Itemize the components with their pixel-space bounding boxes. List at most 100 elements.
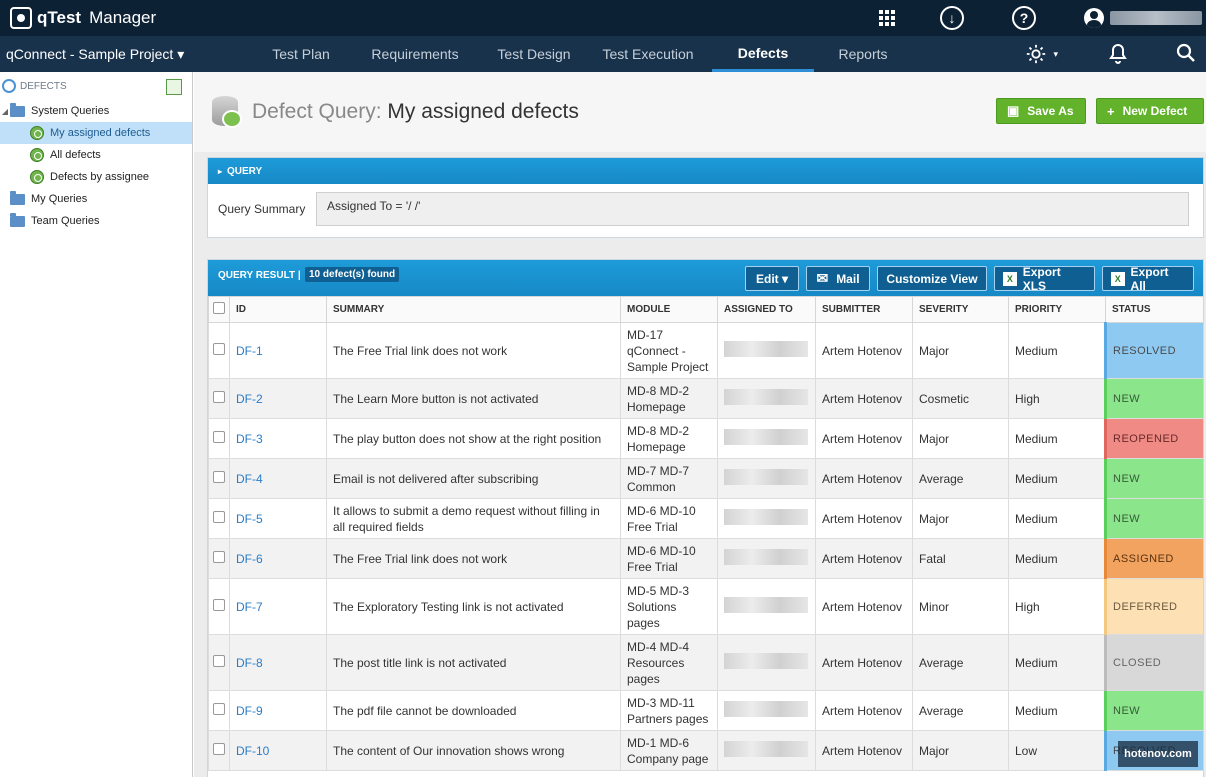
sidebar-item-system-queries[interactable]: ◢ System Queries xyxy=(0,100,192,122)
defect-id-link[interactable]: DF-9 xyxy=(236,704,263,718)
results-panel: QUERY RESULT | 10 defect(s) found Edit ▾… xyxy=(207,259,1204,777)
tab-test-execution[interactable]: Test Execution xyxy=(584,36,712,72)
results-count-badge: 10 defect(s) found xyxy=(305,267,400,282)
summary-cell: The Learn More button is not activated xyxy=(326,378,621,419)
column-header-submitter[interactable]: SUBMITTER xyxy=(815,296,913,323)
table-row[interactable]: DF-9 The pdf file cannot be downloaded MD-… xyxy=(208,690,1203,731)
search-icon[interactable] xyxy=(1176,43,1196,66)
save-as-label: Save As xyxy=(1027,104,1074,118)
tab-reports[interactable]: Reports xyxy=(814,36,912,72)
column-header-status[interactable]: STATUS xyxy=(1105,296,1203,323)
summary-cell: The content of Our innovation shows wron… xyxy=(326,730,621,771)
defect-id-link[interactable]: DF-6 xyxy=(236,552,263,566)
row-checkbox[interactable] xyxy=(213,430,225,443)
edit-button[interactable]: Edit ▾ xyxy=(745,266,799,291)
download-icon[interactable]: ↓ xyxy=(940,6,964,30)
defect-query-icon xyxy=(212,96,242,128)
table-row[interactable]: DF-8 The post title link is not activated… xyxy=(208,634,1203,691)
row-checkbox[interactable] xyxy=(213,742,225,755)
query-panel-title: QUERY xyxy=(227,165,263,177)
sidebar-item-my-queries[interactable]: My Queries xyxy=(0,188,192,210)
id-cell: DF-2 xyxy=(229,378,327,419)
summary-cell: The pdf file cannot be downloaded xyxy=(326,690,621,731)
row-checkbox[interactable] xyxy=(213,390,225,403)
query-icon xyxy=(30,126,44,140)
customize-view-button[interactable]: Customize View xyxy=(877,266,987,291)
assignee-redacted xyxy=(724,468,808,485)
assignee-redacted xyxy=(724,508,808,525)
collapse-arrow-icon[interactable]: ◢ xyxy=(0,107,10,116)
table-row[interactable]: DF-1 The Free Trial link does not work MD-… xyxy=(208,322,1203,379)
defect-id-link[interactable]: DF-10 xyxy=(236,744,269,758)
assigned-to-cell xyxy=(717,690,816,731)
plus-icon: + xyxy=(1107,103,1115,119)
sidebar-item-defects-by-assignee[interactable]: Defects by assignee xyxy=(0,166,192,188)
id-cell: DF-8 xyxy=(229,634,327,691)
row-checkbox[interactable] xyxy=(213,654,225,667)
save-as-button[interactable]: ▣ Save As xyxy=(996,98,1086,124)
defect-id-link[interactable]: DF-4 xyxy=(236,472,263,486)
table-row[interactable]: DF-4 Email is not delivered after subscri… xyxy=(208,458,1203,499)
page-title-value: My assigned defects xyxy=(387,100,579,123)
apps-grid-icon[interactable] xyxy=(874,5,900,31)
app-name: Manager xyxy=(89,8,157,27)
row-checkbox[interactable] xyxy=(213,702,225,715)
assigned-to-cell xyxy=(717,418,816,459)
mail-button[interactable]: ✉ Mail xyxy=(806,266,870,291)
defect-id-link[interactable]: DF-5 xyxy=(236,512,263,526)
sidebar-item-all-defects[interactable]: All defects xyxy=(0,144,192,166)
defect-id-link[interactable]: DF-3 xyxy=(236,432,263,446)
defect-id-link[interactable]: DF-2 xyxy=(236,392,263,406)
sidebar-item-label: All defects xyxy=(50,149,101,161)
table-row[interactable]: DF-6 The Free Trial link does not work MD-… xyxy=(208,538,1203,579)
tab-requirements[interactable]: Requirements xyxy=(346,36,484,72)
export-xls-button[interactable]: X Export XLS xyxy=(994,265,1095,293)
tab-test-plan[interactable]: Test Plan xyxy=(256,36,346,72)
assigned-to-cell xyxy=(717,498,816,539)
row-checkbox[interactable] xyxy=(213,342,225,355)
row-checkbox[interactable] xyxy=(213,470,225,483)
help-icon[interactable]: ? xyxy=(1012,6,1036,30)
row-checkbox[interactable] xyxy=(213,510,225,523)
query-summary-label: Query Summary xyxy=(218,202,306,216)
tab-defects[interactable]: Defects xyxy=(712,36,814,72)
tab-test-design[interactable]: Test Design xyxy=(484,36,584,72)
export-all-button[interactable]: X Export All xyxy=(1102,265,1194,293)
column-header-id[interactable]: ID xyxy=(229,296,327,323)
summary-cell: Email is not delivered after subscribing xyxy=(326,458,621,499)
sidebar-item-team-queries[interactable]: Team Queries xyxy=(0,210,192,232)
user-name-redacted xyxy=(1110,11,1202,25)
app-logo[interactable]: qTest Manager xyxy=(10,7,156,29)
column-header-severity[interactable]: SEVERITY xyxy=(912,296,1009,323)
table-row[interactable]: DF-7 The Exploratory Testing link is not … xyxy=(208,578,1203,635)
new-defect-button[interactable]: + New Defect xyxy=(1096,98,1204,124)
user-menu[interactable] xyxy=(1084,8,1202,28)
project-selector[interactable]: qConnect - Sample Project ▾ xyxy=(6,46,256,63)
row-checkbox[interactable] xyxy=(213,550,225,563)
settings-menu[interactable]: ▾ xyxy=(1025,43,1058,65)
status-badge: NEW xyxy=(1104,458,1203,499)
column-header-module[interactable]: MODULE xyxy=(620,296,718,323)
nav-bar: qConnect - Sample Project ▾ Test Plan Re… xyxy=(0,36,1206,72)
column-header-summary[interactable]: SUMMARY xyxy=(326,296,621,323)
column-header-assigned-to[interactable]: ASSIGNED TO xyxy=(717,296,816,323)
table-row[interactable]: DF-2 The Learn More button is not activat… xyxy=(208,378,1203,419)
add-query-icon[interactable] xyxy=(166,79,182,95)
query-panel-header[interactable]: ▸ QUERY xyxy=(208,158,1203,184)
table-row[interactable]: DF-5 It allows to submit a demo request w… xyxy=(208,498,1203,539)
query-icon xyxy=(30,170,44,184)
table-row[interactable]: DF-10 The content of Our innovation shows… xyxy=(208,730,1203,771)
sidebar-item-my-assigned-defects[interactable]: My assigned defects xyxy=(0,122,192,144)
chevron-down-icon: ▾ xyxy=(1053,48,1058,59)
bell-icon[interactable] xyxy=(1108,42,1128,67)
assignee-redacted xyxy=(724,340,808,357)
table-row[interactable]: DF-3 The play button does not show at the… xyxy=(208,418,1203,459)
mail-icon: ✉ xyxy=(816,270,829,286)
row-checkbox[interactable] xyxy=(213,598,225,611)
sidebar-title: DEFECTS xyxy=(20,80,67,92)
defect-id-link[interactable]: DF-7 xyxy=(236,600,263,614)
defect-id-link[interactable]: DF-1 xyxy=(236,344,263,358)
defect-id-link[interactable]: DF-8 xyxy=(236,656,263,670)
column-header-priority[interactable]: PRIORITY xyxy=(1008,296,1106,323)
select-all-checkbox[interactable] xyxy=(213,302,225,314)
